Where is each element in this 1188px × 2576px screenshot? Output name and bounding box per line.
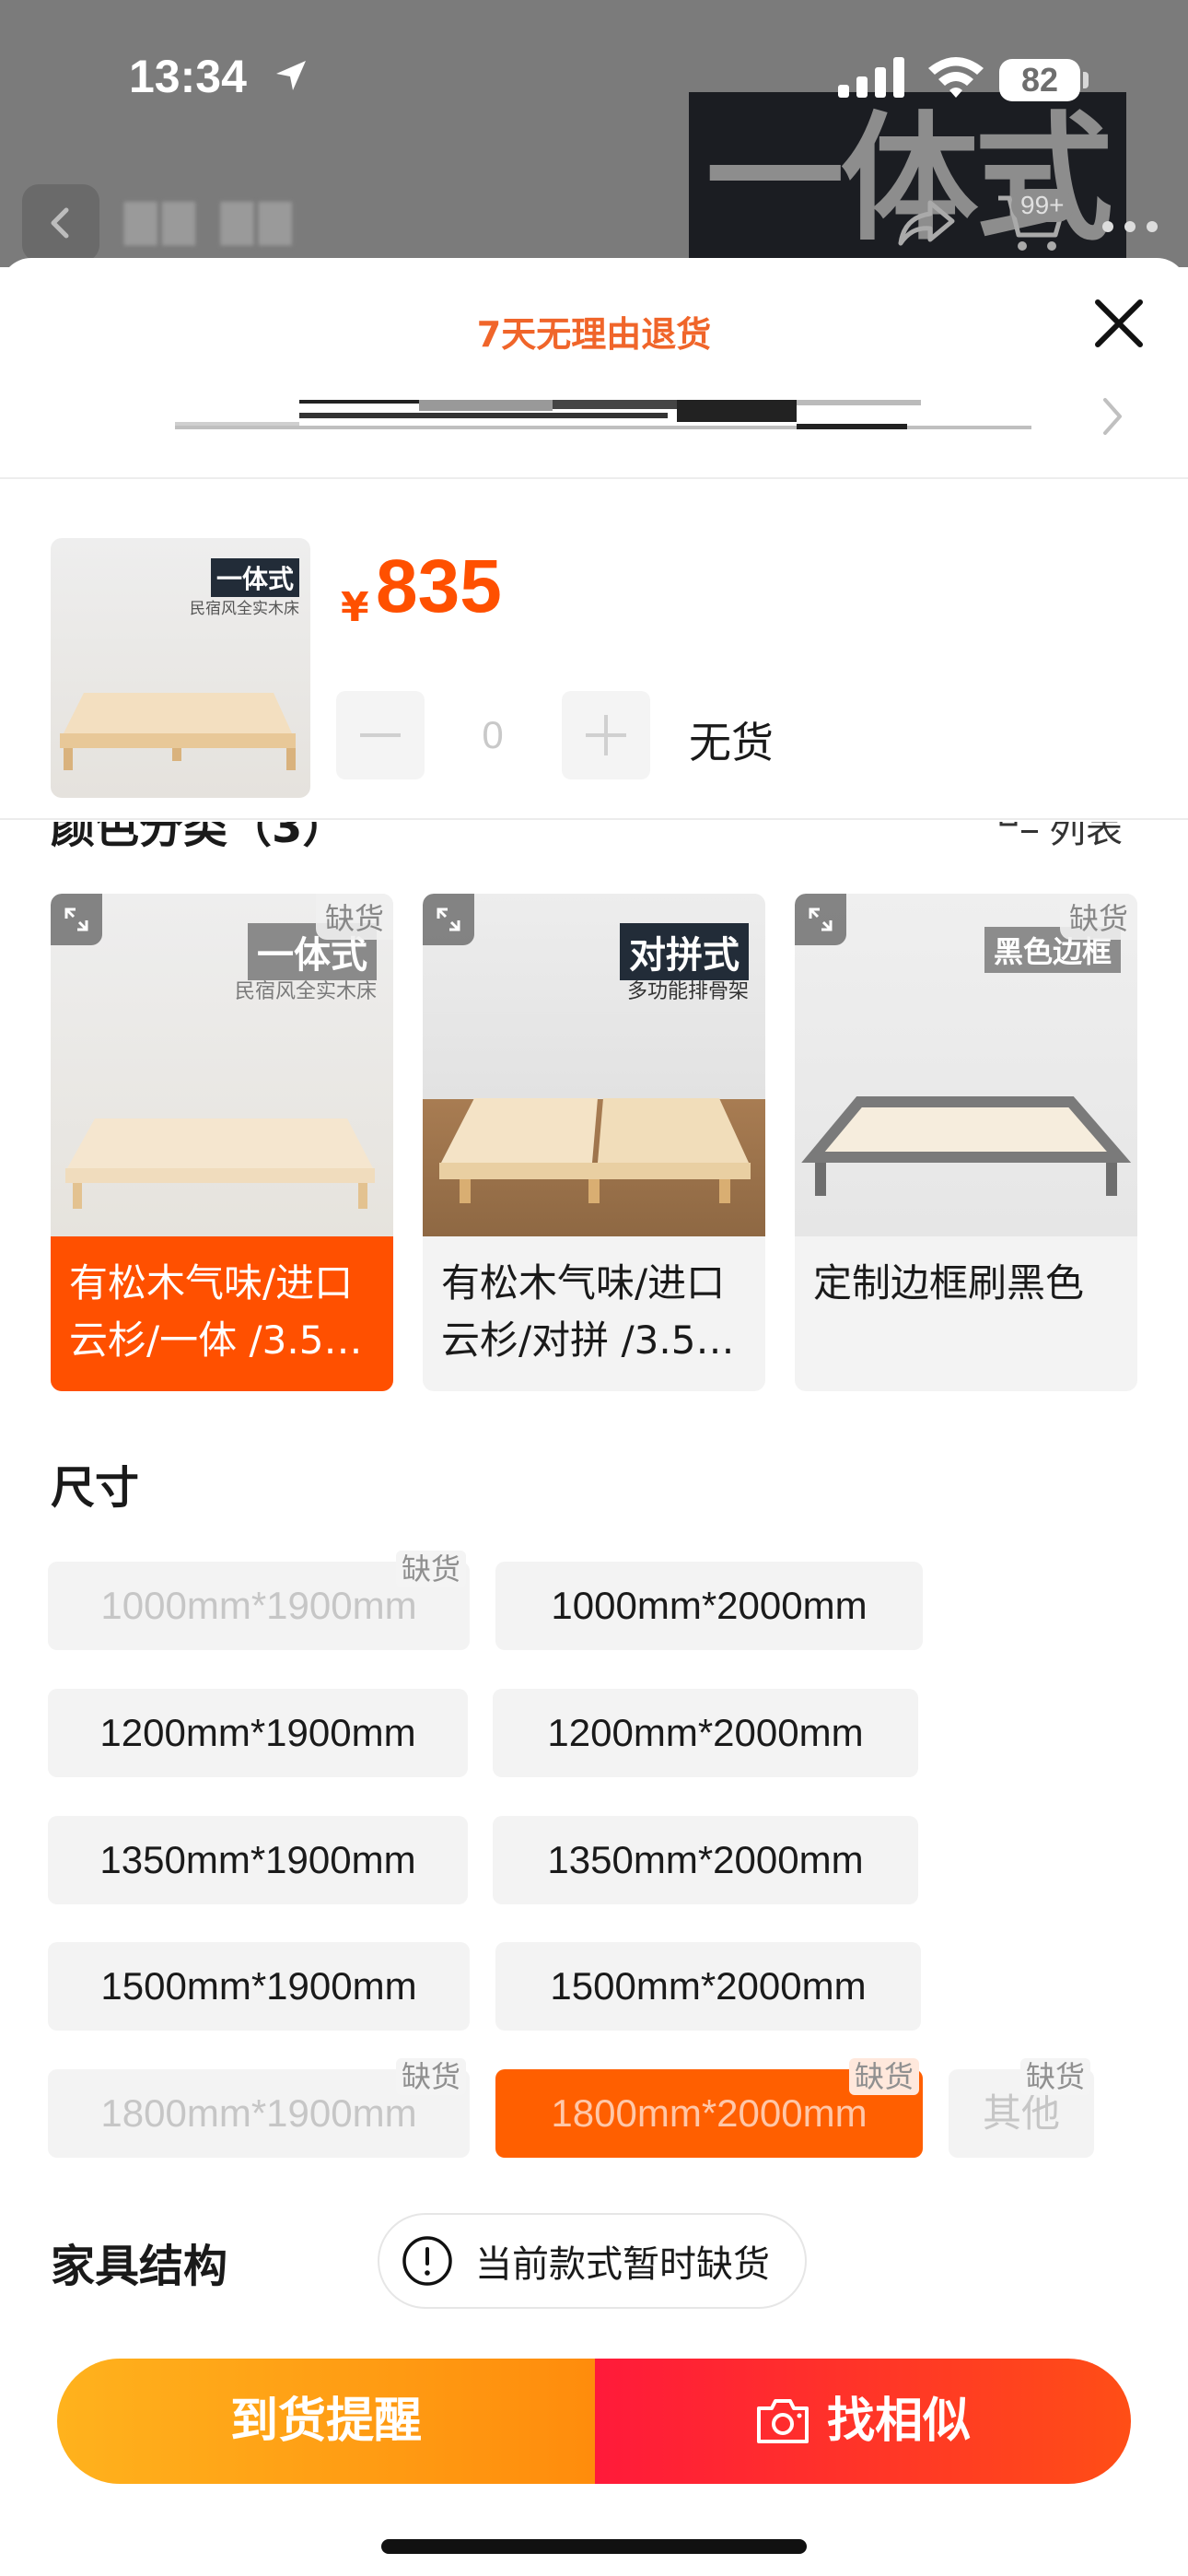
product-thumbnail[interactable]: 一体式 民宿风全实木床	[51, 538, 310, 798]
expand-image-button[interactable]	[423, 894, 474, 945]
expand-icon	[437, 907, 460, 931]
option-badge: 对拼式	[620, 923, 749, 980]
camera-icon	[756, 2399, 809, 2443]
out-of-stock-tag: 缺货	[395, 1551, 466, 1587]
out-of-stock-tag: 缺货	[315, 894, 393, 940]
find-similar-label: 找相似	[826, 2394, 971, 2449]
chevron-left-icon	[51, 207, 69, 239]
out-of-stock-notice: 当前款式暂时缺货	[378, 2213, 807, 2309]
size-option-selected[interactable]: 1800mm*2000mm 缺货	[495, 2058, 923, 2158]
background-tabs-blurred: ▇▇ ▇▇	[124, 195, 297, 245]
expand-icon	[809, 907, 833, 931]
location-arrow-icon	[276, 61, 306, 90]
sku-header: 一体式 民宿风全实木床 ¥ 835 0 无货	[0, 479, 1188, 811]
size-option[interactable]: 1350mm*2000mm	[493, 1816, 918, 1904]
bed-frame-illustration	[60, 693, 296, 770]
size-option[interactable]: 1500mm*2000mm	[495, 1942, 921, 2031]
list-view-icon	[999, 822, 1038, 833]
quantity-value[interactable]: 0	[433, 700, 553, 770]
plus-icon	[586, 715, 626, 755]
size-option[interactable]: 1800mm*1900mm 缺货	[48, 2058, 470, 2158]
size-option[interactable]: 1000mm*1900mm 缺货	[48, 1551, 470, 1650]
structure-section-title: 家具结构	[51, 2241, 228, 2292]
more-icon[interactable]	[1101, 219, 1159, 234]
return-policy-text: 7天无理由退货	[476, 314, 712, 355]
color-option-image: 对拼式 多功能排骨架	[423, 894, 765, 1236]
color-option-one-piece[interactable]: 一体式 民宿风全实木床 缺货 有松木气味/进口云杉/一体 /3.5…	[51, 894, 393, 1391]
chevron-right-icon[interactable]	[1098, 394, 1127, 439]
size-option[interactable]: 1350mm*1900mm	[48, 1816, 468, 1904]
quantity-increase-button[interactable]	[562, 691, 650, 779]
status-time: 13:34	[129, 51, 247, 102]
option-badge-sub: 多功能排骨架	[626, 980, 749, 1003]
exclamation-circle-icon	[402, 2236, 452, 2286]
back-button[interactable]	[22, 184, 99, 262]
share-icon[interactable]	[893, 195, 960, 251]
arrival-notify-button[interactable]: 到货提醒	[57, 2359, 595, 2484]
price-currency: ¥	[341, 584, 369, 631]
quantity-decrease-button[interactable]	[336, 691, 425, 779]
size-section-title: 尺寸	[51, 1462, 140, 1514]
bed-frame-illustration	[439, 1098, 751, 1203]
size-option[interactable]: 1200mm*1900mm	[48, 1689, 468, 1777]
list-view-toggle[interactable]: 列表	[999, 822, 1147, 857]
divider	[0, 818, 1188, 820]
option-badge-sub: 民宿风全实木床	[234, 980, 377, 1003]
cart-count-badge: 99+	[1011, 189, 1074, 222]
thumbnail-badge-sub: 民宿风全实木床	[190, 600, 299, 618]
out-of-stock-tag: 缺货	[395, 2058, 466, 2095]
size-option[interactable]: 1200mm*2000mm	[493, 1689, 918, 1777]
home-indicator	[381, 2539, 807, 2554]
bed-frame-illustration	[801, 1096, 1132, 1196]
size-option[interactable]: 1000mm*2000mm	[495, 1562, 923, 1650]
expand-icon	[64, 907, 88, 931]
wifi-icon	[928, 57, 984, 98]
battery-nub	[1083, 72, 1089, 88]
notice-text: 当前款式暂时缺货	[475, 2243, 770, 2286]
battery-indicator: 82	[999, 59, 1080, 101]
list-view-label: 列表	[1049, 822, 1123, 851]
minus-icon	[360, 733, 401, 737]
color-option-image: 一体式 民宿风全实木床	[51, 894, 393, 1236]
find-similar-button[interactable]: 找相似	[595, 2359, 1131, 2484]
expand-image-button[interactable]	[51, 894, 102, 945]
price-amount: 835	[376, 544, 502, 628]
thumbnail-badge: 一体式	[210, 558, 299, 597]
color-option-image: 黑色边框	[795, 894, 1137, 1236]
bed-frame-illustration	[65, 1118, 375, 1209]
address-redacted-strip[interactable]	[175, 396, 1031, 433]
expand-image-button[interactable]	[795, 894, 846, 945]
out-of-stock-tag: 缺货	[1059, 894, 1137, 940]
color-option-black-frame[interactable]: 黑色边框 缺货 定制边框刷黑色	[795, 894, 1137, 1391]
color-option-label: 有松木气味/进口云杉/一体 /3.5…	[51, 1236, 393, 1391]
color-option-label: 定制边框刷黑色	[813, 1260, 1085, 1306]
color-option-label: 有松木气味/进口云杉/对拼 /3.5…	[441, 1260, 735, 1363]
out-of-stock-tag: 缺货	[848, 2058, 919, 2095]
color-option-split[interactable]: 对拼式 多功能排骨架 有松木气味/进口云杉/对拼 /3.5…	[423, 894, 765, 1391]
cellular-signal-icon	[838, 57, 904, 98]
size-option[interactable]: 其他 缺货	[949, 2058, 1094, 2158]
out-of-stock-tag: 缺货	[1019, 2058, 1090, 2095]
size-option[interactable]: 1500mm*1900mm	[48, 1942, 470, 2031]
sku-selection-sheet: 7天无理由退货 一体式 民宿风全实木床 ¥ 835 0 无货 颜色分类（3） 列…	[0, 258, 1188, 2576]
color-section-title: 颜色分类（3）	[51, 822, 347, 853]
stock-status: 无货	[689, 718, 774, 767]
close-icon[interactable]	[1089, 293, 1149, 354]
